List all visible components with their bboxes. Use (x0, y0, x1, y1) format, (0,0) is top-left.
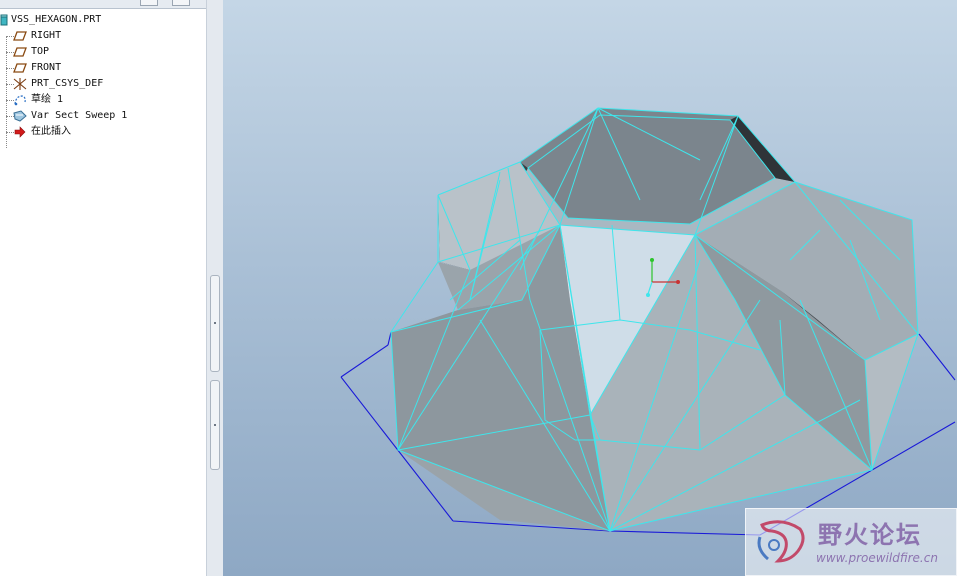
toolbar-button[interactable] (140, 0, 158, 6)
toolbar-button[interactable] (172, 0, 190, 6)
part-icon (0, 14, 8, 26)
coordinate-system-icon (13, 78, 27, 90)
grip-dot (214, 424, 216, 426)
hexagon-sweep-model[interactable] (223, 0, 957, 576)
tree-root-label: VSS_HEXAGON.PRT (11, 14, 102, 25)
model-tree: VSS_HEXAGON.PRT RIGHT TOP FRONT PRT_CSYS… (0, 12, 206, 148)
model-tree-panel: VSS_HEXAGON.PRT RIGHT TOP FRONT PRT_CSYS… (0, 0, 207, 576)
datum-plane-icon (13, 31, 27, 41)
sweep-feature-icon (13, 110, 27, 122)
tree-root[interactable]: VSS_HEXAGON.PRT (0, 12, 206, 28)
tree-item-label: 草绘 1 (31, 94, 64, 105)
tree-item-sweep[interactable]: Var Sect Sweep 1 (0, 108, 206, 124)
tree-item-top[interactable]: TOP (0, 44, 206, 60)
tree-item-sketch[interactable]: 草绘 1 (0, 92, 206, 108)
watermark-title: 野火论坛 (818, 521, 922, 549)
tree-item-front[interactable]: FRONT (0, 60, 206, 76)
tree-item-csys[interactable]: PRT_CSYS_DEF (0, 76, 206, 92)
tree-item-label: 在此插入 (31, 126, 71, 137)
graphics-viewport[interactable]: 野火论坛 www.proewildfire.cn (223, 0, 957, 576)
splitter-grip[interactable] (210, 275, 220, 372)
panel-toolbar (0, 0, 206, 9)
sketch-icon (14, 95, 26, 106)
tree-item-label: FRONT (31, 62, 62, 73)
grip-dot (214, 322, 216, 324)
datum-plane-icon (13, 63, 27, 73)
watermark-url: www.proewildfire.cn (816, 551, 938, 565)
forum-watermark: 野火论坛 www.proewildfire.cn (745, 508, 957, 576)
tree-item-label: PRT_CSYS_DEF (31, 78, 104, 89)
tree-item-label: TOP (31, 46, 50, 57)
tree-item-insert-here[interactable]: 在此插入 (0, 124, 206, 140)
insert-here-arrow-icon (14, 126, 26, 138)
panel-splitter[interactable] (206, 0, 224, 576)
datum-plane-icon (13, 47, 27, 57)
tree-item-right[interactable]: RIGHT (0, 28, 206, 44)
watermark-logo-icon (757, 520, 805, 563)
tree-item-label: RIGHT (31, 30, 62, 41)
model-body (391, 108, 918, 531)
splitter-grip[interactable] (210, 380, 220, 470)
tree-item-label: Var Sect Sweep 1 (31, 110, 128, 121)
